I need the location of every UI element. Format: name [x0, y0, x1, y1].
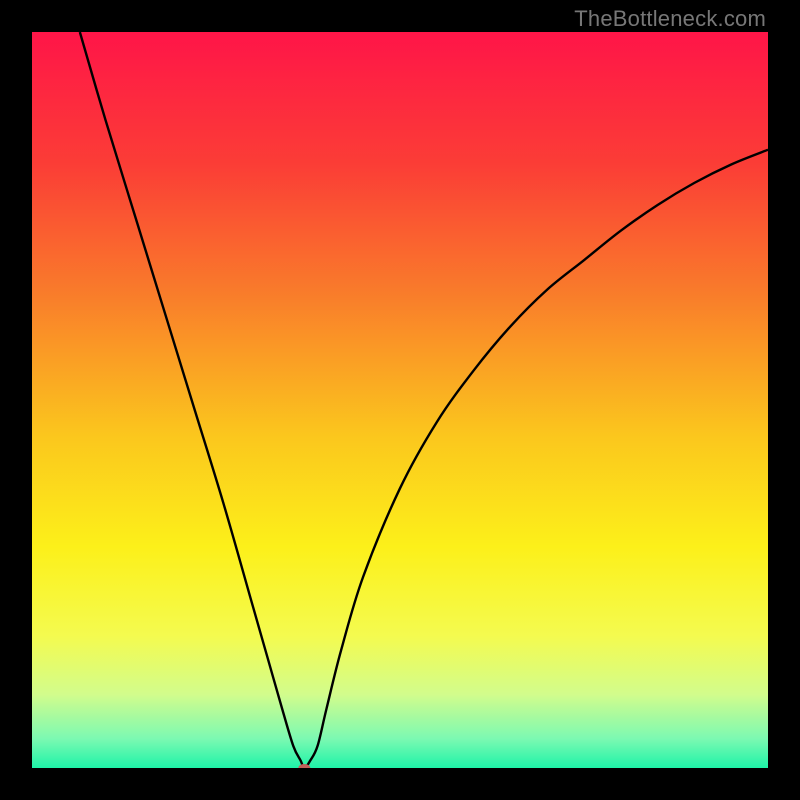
curve-layer [32, 32, 768, 768]
watermark-text: TheBottleneck.com [574, 6, 766, 32]
bottleneck-curve [80, 32, 768, 768]
plot-area [32, 32, 768, 768]
